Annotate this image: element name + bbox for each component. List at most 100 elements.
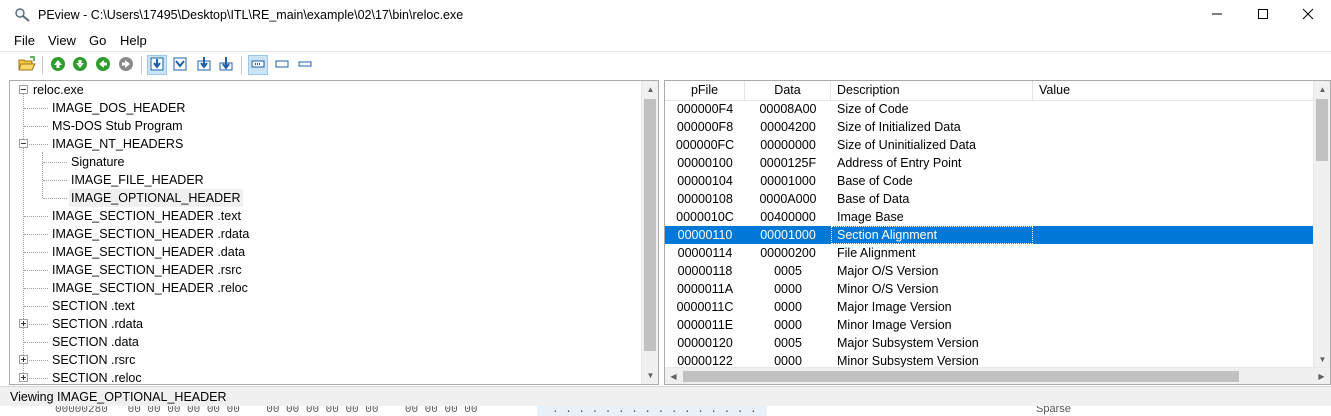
menu-go[interactable]: Go [89,33,106,48]
open-folder-icon [18,55,36,75]
view-word-icon [172,56,188,75]
view-qword-button[interactable] [216,55,236,75]
close-button[interactable] [1285,0,1331,31]
table-row[interactable]: 00000118 0005 Major O/S Version [665,262,1315,280]
table-row[interactable]: 0000011C 0000 Major Image Version [665,298,1315,316]
table-row[interactable]: 00000104 00001000 Base of Code [665,172,1315,190]
table-row[interactable]: 00000114 00000200 File Alignment [665,244,1315,262]
minimize-icon [1211,8,1223,23]
cell-description: Major Image Version [837,300,952,314]
details-pane[interactable]: pFile Data Description Value 000000F4 000… [664,80,1331,385]
view-word-button[interactable] [170,55,190,75]
expand-icon[interactable] [19,319,28,328]
table-row[interactable]: 000000FC 00000000 Size of Uninitialized Da… [665,136,1315,154]
window-title: PEview - C:\Users\17495\Desktop\ITL\RE_m… [38,8,464,22]
cell-pfile: 000000FC [675,138,735,152]
view-dword-button[interactable] [194,55,214,75]
menu-help[interactable]: Help [120,33,147,48]
address-file-offset-button[interactable] [295,55,315,75]
cell-data: 0000A000 [759,192,817,206]
maximize-button[interactable] [1240,0,1286,31]
scroll-down-arrow-icon[interactable]: ▼ [1314,351,1330,368]
cell-value [1033,136,1315,154]
cell-pfile: 00000120 [677,336,733,350]
scroll-left-arrow-icon[interactable]: ◀ [665,368,682,384]
tree-item-label: IMAGE_FILE_HEADER [71,173,204,187]
tree-vertical-scrollbar[interactable]: ▲ ▼ [641,81,658,384]
table-row[interactable]: 00000100 0000125F Address of Entry Point [665,154,1315,172]
menu-file[interactable]: File [14,33,35,48]
view-dword-icon [196,56,212,75]
scroll-right-arrow-icon[interactable]: ▶ [1313,368,1330,384]
status-bar: Viewing IMAGE_OPTIONAL_HEADER [0,386,1331,407]
tree-item-label: IMAGE_NT_HEADERS [52,137,184,151]
table-row[interactable]: 0000011E 0000 Minor Image Version [665,316,1315,334]
cell-value [1033,244,1315,262]
scroll-up-arrow-icon[interactable]: ▲ [1314,81,1330,98]
collapse-icon[interactable] [19,85,28,94]
address-file-offset-icon [297,56,313,75]
magnifier-icon [14,7,32,23]
tree-pane[interactable]: reloc.exe IMAGE_DOS_HEADER MS-DOS Stub Pr… [9,80,659,385]
table-row[interactable]: 0000010C 00400000 Image Base [665,208,1315,226]
cell-value [1033,100,1315,118]
collapse-icon[interactable] [19,139,28,148]
address-va-button[interactable] [272,55,292,75]
expand-icon[interactable] [19,373,28,382]
table-row[interactable]: 000000F4 00008A00 Size of Code [665,100,1315,118]
cell-description: Minor O/S Version [837,282,939,296]
cell-pfile: 000000F4 [676,102,734,116]
cell-description: Size of Uninitialized Data [837,138,976,152]
cell-value [1033,280,1315,298]
scroll-up-arrow-icon[interactable]: ▲ [642,81,658,98]
tree-item-label: IMAGE_SECTION_HEADER .rdata [52,227,250,241]
view-qword-icon [218,56,234,75]
cell-pfile: 00000118 [677,264,733,278]
column-header-pfile[interactable]: pFile [665,81,745,100]
tree-connector [24,126,48,127]
tree-item-label: IMAGE_DOS_HEADER [52,101,186,115]
toolbar [0,51,1331,79]
table-row[interactable]: 00000120 0005 Major Subsystem Version [665,334,1315,352]
go-back-icon [95,56,111,75]
go-forward-button[interactable] [116,55,136,75]
cell-pfile: 00000104 [677,174,733,188]
cell-data: 00400000 [760,210,816,224]
address-rva-button[interactable] [248,55,268,75]
table-row[interactable]: 0000011A 0000 Minor O/S Version [665,280,1315,298]
view-byte-icon [149,56,165,75]
table-row[interactable]: 000000F8 00004200 Size of Initialized Data [665,118,1315,136]
column-header-value[interactable]: Value [1033,81,1315,100]
column-header-description[interactable]: Description [831,81,1033,100]
tree-item-label: IMAGE_SECTION_HEADER .data [52,245,246,259]
scroll-thumb[interactable] [1316,99,1328,161]
expand-icon[interactable] [19,355,28,364]
open-file-button[interactable] [17,55,37,75]
menu-view[interactable]: View [48,33,76,48]
menu-bar: File View Go Help [0,31,1331,51]
table-row[interactable]: 00000108 0000A000 Base of Data [665,190,1315,208]
details-vertical-scrollbar[interactable]: ▲ ▼ [1313,81,1330,368]
tree-connector [43,198,67,199]
details-horizontal-scrollbar[interactable]: ◀ ▶ [665,367,1330,384]
scroll-thumb[interactable] [683,371,1239,382]
close-icon [1302,8,1314,23]
scroll-down-arrow-icon[interactable]: ▼ [642,367,658,384]
cell-data: 00004200 [760,120,816,134]
go-back-button[interactable] [93,55,113,75]
cell-pfile: 00000114 [677,246,733,260]
cell-value [1033,154,1315,172]
tree-item-label: IMAGE_SECTION_HEADER .reloc [52,281,248,295]
cell-description: File Alignment [837,246,916,260]
view-byte-button[interactable] [147,55,167,75]
go-up-button[interactable] [48,55,68,75]
go-down-button[interactable] [70,55,90,75]
minimize-button[interactable] [1194,0,1240,31]
cell-value [1033,172,1315,190]
scroll-thumb[interactable] [644,99,656,351]
column-header-data[interactable]: Data [745,81,831,100]
table-row[interactable]: 00000110 00001000 Section Alignment [665,226,1315,244]
cell-pfile: 00000110 [677,228,733,242]
toolbar-separator [241,56,242,74]
cell-data: 00001000 [760,228,816,242]
